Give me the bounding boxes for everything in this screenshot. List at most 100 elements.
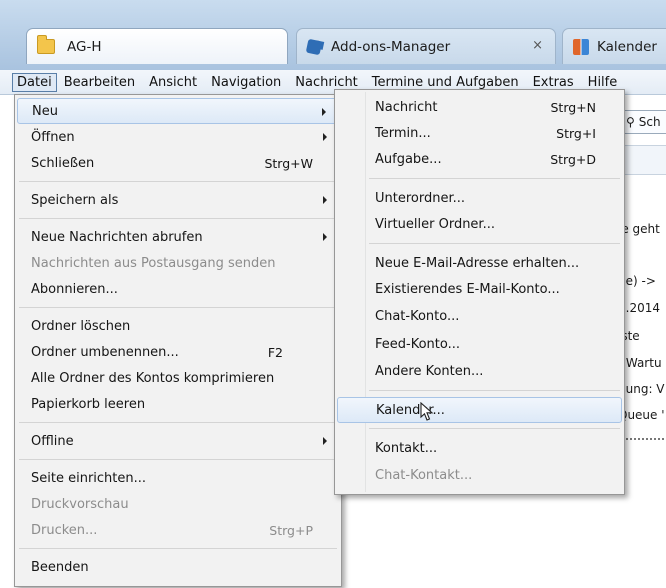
menu-item-label: Druckvorschau (31, 496, 129, 512)
menu-item-label: Virtueller Ordner... (375, 216, 495, 232)
menu-item-label: Neue Nachrichten abrufen (31, 229, 203, 245)
menu-item-seite-einrichten[interactable]: Seite einrichten... (17, 465, 339, 491)
menu-item-nachricht[interactable]: Nachricht Strg+N (337, 94, 622, 120)
close-icon[interactable]: × (532, 38, 543, 53)
menu-item-label: Neue E-Mail-Adresse erhalten... (375, 255, 580, 271)
menu-item-label: Aufgabe... (375, 151, 442, 167)
menu-item-label: Unterordner... (375, 190, 466, 206)
menu-item-label: Feed-Konto... (375, 336, 460, 352)
menu-item-label: Neu (32, 103, 58, 119)
menu-item-chat-konto[interactable]: Chat-Konto... (337, 303, 622, 329)
menu-item-ordner-umbenennen[interactable]: Ordner umbenennen... F2 (17, 339, 339, 365)
datei-menu: Neu Öffnen Schließen Strg+W Speichern al… (14, 94, 342, 587)
tab-label: AG-H (67, 38, 102, 55)
menu-item-chat-kontakt[interactable]: Chat-Kontakt... (337, 462, 622, 488)
menu-item-label: Abonnieren... (31, 281, 118, 297)
menu-item-label: Offline (31, 433, 74, 449)
menu-item-label: Speichern als (31, 192, 119, 208)
menu-item-label: Ordner löschen (31, 318, 131, 334)
shortcut-label: Strg+I (556, 125, 596, 141)
calendar-icon (573, 38, 589, 55)
menu-item-virtueller-ordner[interactable]: Virtueller Ordner... (337, 211, 622, 237)
puzzle-icon (305, 38, 323, 55)
shortcut-label: Strg+P (269, 522, 313, 538)
menu-item-unterordner[interactable]: Unterordner... (337, 185, 622, 211)
menu-bearbeiten[interactable]: Bearbeiten (57, 73, 142, 92)
menu-item-label: Chat-Konto... (375, 308, 460, 324)
tab-label: Add-ons-Manager (331, 38, 451, 55)
neu-submenu: Nachricht Strg+N Termin... Strg+I Aufgab… (334, 89, 625, 495)
menu-item-label: Andere Konten... (375, 363, 484, 379)
submenu-arrow-icon (322, 108, 326, 116)
menu-separator (19, 548, 337, 549)
menu-item-label: Schließen (31, 155, 95, 171)
menu-item-neue-nachrichten-abrufen[interactable]: Neue Nachrichten abrufen (17, 224, 339, 250)
submenu-arrow-icon (323, 437, 327, 445)
menu-separator (369, 243, 620, 244)
menu-item-oeffnen[interactable]: Öffnen (17, 124, 339, 150)
tab-label: Kalender (597, 38, 657, 55)
menu-item-druckvorschau[interactable]: Druckvorschau (17, 491, 339, 517)
menu-item-label: Nachricht (375, 99, 438, 115)
menu-separator (19, 218, 337, 219)
menu-item-neue-email-adresse[interactable]: Neue E-Mail-Adresse erhalten... (337, 250, 622, 276)
search-label: Sch (638, 115, 661, 129)
tab-kalender[interactable]: Kalender (562, 28, 666, 64)
menu-item-schliessen[interactable]: Schließen Strg+W (17, 150, 339, 176)
menu-item-abonnieren[interactable]: Abonnieren... (17, 276, 339, 302)
shortcut-label: Strg+D (550, 151, 596, 167)
folder-icon (37, 35, 55, 54)
menu-item-label: Alle Ordner des Kontos komprimieren (31, 370, 275, 386)
menu-item-label: Termin... (375, 125, 431, 141)
menu-item-aufgabe[interactable]: Aufgabe... Strg+D (337, 146, 622, 172)
menu-separator (19, 422, 337, 423)
menu-item-ordner-komprimieren[interactable]: Alle Ordner des Kontos komprimieren (17, 365, 339, 391)
menu-ansicht[interactable]: Ansicht (142, 73, 204, 92)
divider (618, 438, 666, 440)
menu-item-label: Seite einrichten... (31, 470, 147, 486)
shortcut-label: Strg+N (550, 99, 596, 115)
menu-item-label: Existierendes E-Mail-Konto... (375, 281, 560, 297)
menu-item-label: Öffnen (31, 129, 75, 145)
menu-navigation[interactable]: Navigation (204, 73, 288, 92)
menu-item-label: Ordner umbenennen... (31, 344, 179, 360)
search-icon: ⚲ (626, 115, 635, 129)
submenu-arrow-icon (323, 133, 327, 141)
menu-item-label: Chat-Kontakt... (375, 467, 473, 483)
menu-item-speichern-als[interactable]: Speichern als (17, 187, 339, 213)
mouse-cursor-icon (420, 402, 434, 421)
menu-item-papierkorb-leeren[interactable]: Papierkorb leeren (17, 391, 339, 417)
menu-item-existierendes-konto[interactable]: Existierendes E-Mail-Konto... (337, 276, 622, 302)
menu-separator (369, 178, 620, 179)
menu-datei[interactable]: Datei (12, 72, 57, 92)
shortcut-label: Strg+W (264, 155, 313, 171)
title-bar: AG-H Add-ons-Manager × Kalender (0, 0, 666, 70)
menu-item-nachrichten-senden[interactable]: Nachrichten aus Postausgang senden (17, 250, 339, 276)
menu-separator (19, 181, 337, 182)
menu-separator (19, 459, 337, 460)
menu-item-label: Drucken... (31, 522, 98, 538)
menu-item-beenden[interactable]: Beenden (17, 554, 339, 580)
tab-ag-h[interactable]: AG-H (26, 28, 288, 64)
menu-separator (19, 307, 337, 308)
menu-item-label: Beenden (31, 559, 89, 575)
menu-item-ordner-loeschen[interactable]: Ordner löschen (17, 313, 339, 339)
menu-item-offline[interactable]: Offline (17, 428, 339, 454)
submenu-arrow-icon (323, 196, 327, 204)
submenu-arrow-icon (323, 233, 327, 241)
search-input[interactable]: ⚲ Sch (620, 110, 666, 134)
menu-separator (369, 428, 620, 429)
menu-item-label: Nachrichten aus Postausgang senden (31, 255, 276, 271)
menu-item-label: Papierkorb leeren (31, 396, 146, 412)
menu-item-andere-konten[interactable]: Andere Konten... (337, 358, 622, 384)
menu-item-label: Kontakt... (375, 440, 438, 456)
menu-item-feed-konto[interactable]: Feed-Konto... (337, 331, 622, 357)
menu-item-neu[interactable]: Neu (17, 98, 339, 124)
menu-item-kalender[interactable]: Kalender... (337, 397, 622, 423)
shortcut-label: F2 (267, 344, 283, 360)
menu-item-kontakt[interactable]: Kontakt... (337, 435, 622, 461)
menu-item-drucken[interactable]: Drucken... Strg+P (17, 517, 339, 543)
menu-item-termin[interactable]: Termin... Strg+I (337, 120, 622, 146)
tab-add-ons-manager[interactable]: Add-ons-Manager × (296, 28, 556, 64)
menu-separator (369, 390, 620, 391)
